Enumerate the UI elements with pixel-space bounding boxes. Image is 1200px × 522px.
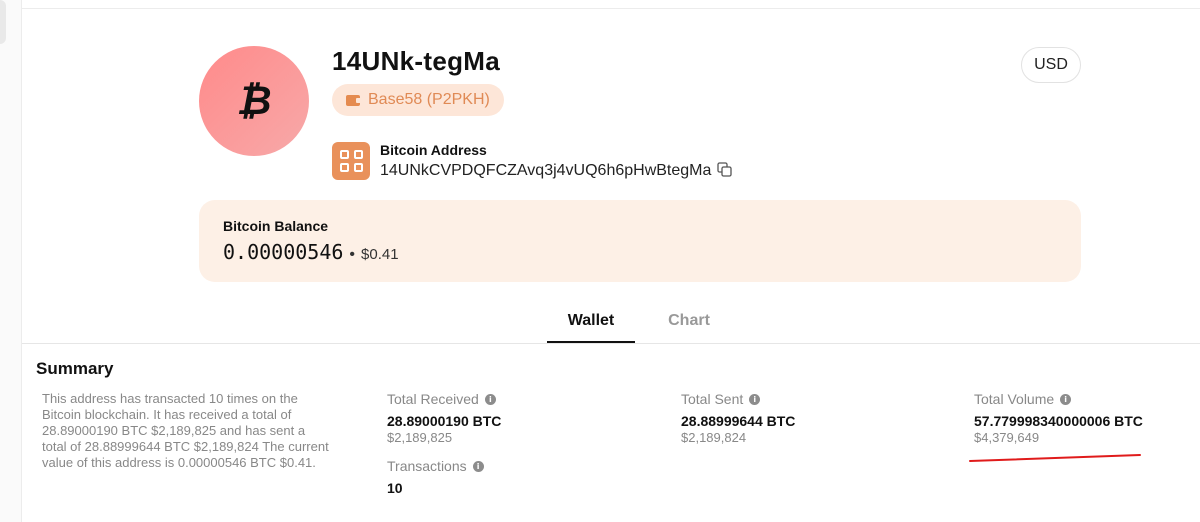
info-icon[interactable]: i bbox=[472, 460, 484, 472]
header-divider bbox=[22, 8, 1200, 9]
address-label: Bitcoin Address bbox=[380, 142, 487, 158]
summary-description: This address has transacted 10 times on … bbox=[42, 391, 329, 470]
balance-btc: 0.00000546 bbox=[223, 240, 344, 264]
tab-chart[interactable]: Chart bbox=[649, 312, 729, 330]
info-icon[interactable]: i bbox=[484, 393, 496, 405]
total-sent-btc: 28.88999644 BTC bbox=[681, 413, 796, 429]
total-volume-btc: 57.779998340000006 BTC bbox=[974, 413, 1143, 429]
total-sent-label: Total Sent i bbox=[681, 391, 761, 407]
total-sent-label-text: Total Sent bbox=[681, 391, 744, 407]
transactions-value: 10 bbox=[387, 480, 403, 496]
total-sent-usd: $2,189,824 bbox=[681, 430, 747, 445]
balance-usd: $0.41 bbox=[361, 246, 399, 263]
copy-icon[interactable] bbox=[717, 162, 732, 177]
currency-button[interactable]: USD bbox=[1021, 47, 1081, 83]
summary-title: Summary bbox=[36, 359, 114, 378]
left-sidebar-rail bbox=[0, 0, 22, 522]
red-underline-annotation bbox=[969, 454, 1141, 462]
address-type-badge: Base58 (P2PKH) bbox=[332, 84, 504, 116]
transactions-label-text: Transactions bbox=[387, 458, 467, 474]
address-type-label: Base58 (P2PKH) bbox=[368, 91, 490, 108]
wallet-icon bbox=[346, 94, 361, 106]
balance-separator: • bbox=[349, 246, 356, 263]
total-received-label: Total Received i bbox=[387, 391, 496, 407]
total-received-label-text: Total Received bbox=[387, 391, 479, 407]
total-received-btc: 28.89000190 BTC bbox=[387, 413, 502, 429]
balance-card: Bitcoin Balance 0.00000546 • $0.41 bbox=[199, 200, 1081, 282]
balance-label: Bitcoin Balance bbox=[223, 218, 329, 234]
bitcoin-icon: ₿ bbox=[236, 78, 272, 124]
tabs-divider bbox=[22, 343, 1200, 344]
info-icon[interactable]: i bbox=[749, 393, 761, 405]
bitcoin-avatar: ₿ bbox=[199, 46, 309, 156]
sidebar-handle[interactable] bbox=[0, 0, 6, 44]
total-volume-usd: $4,379,649 bbox=[974, 430, 1040, 445]
transactions-label: Transactions i bbox=[387, 458, 484, 474]
qr-code-icon[interactable] bbox=[332, 142, 370, 180]
info-icon[interactable]: i bbox=[1060, 393, 1072, 405]
total-volume-label: Total Volume i bbox=[974, 391, 1072, 407]
total-volume-label-text: Total Volume bbox=[974, 391, 1055, 407]
total-received-usd: $2,189,825 bbox=[387, 430, 453, 445]
page-title: 14UNk-tegMa bbox=[332, 46, 501, 76]
address-value: 14UNkCVPDQFCZAvq3j4vUQ6h6pHwBtegMa bbox=[380, 162, 712, 179]
balance-value: 0.00000546 • $0.41 bbox=[223, 240, 399, 264]
tab-wallet[interactable]: Wallet bbox=[547, 312, 635, 330]
